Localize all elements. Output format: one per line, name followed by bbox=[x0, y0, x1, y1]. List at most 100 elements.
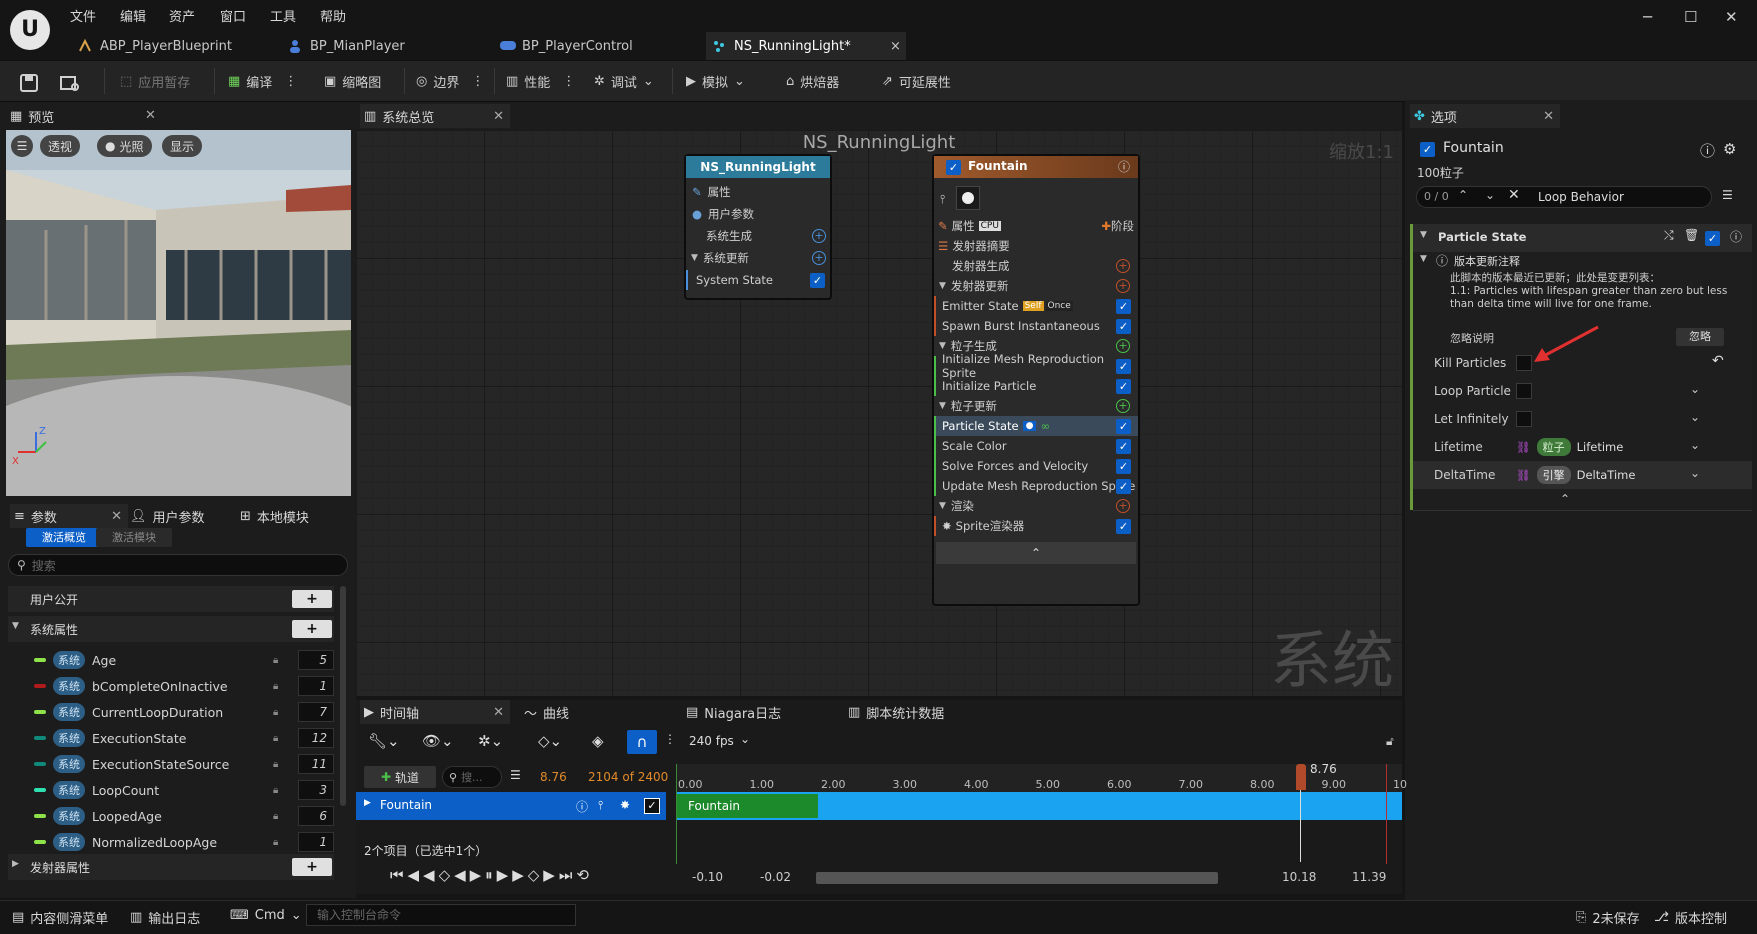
expand-arrow-icon[interactable]: ▶ bbox=[12, 859, 19, 869]
fps-select[interactable]: 240 fps bbox=[689, 734, 734, 748]
more-options-icon[interactable]: ⋮ bbox=[471, 74, 484, 89]
show-button[interactable]: 显示 bbox=[162, 135, 203, 157]
collapse-node-button[interactable]: ⌃ bbox=[936, 542, 1136, 564]
menu-help[interactable]: 帮助 bbox=[320, 6, 346, 25]
deltatime-value[interactable]: ⛓ 引擎 DeltaTime bbox=[1516, 466, 1635, 484]
emitter-enable-checkbox[interactable]: ✓ bbox=[946, 160, 961, 175]
bounds-button[interactable]: ◎ 边界 ⋮ bbox=[416, 70, 484, 92]
shuffle-icon[interactable]: ⤭ bbox=[1664, 228, 1674, 243]
emitter-enabled-checkbox[interactable]: ✓ bbox=[1420, 142, 1435, 157]
console-input[interactable]: 输入控制台命令 bbox=[306, 904, 576, 926]
cmd-select[interactable]: ⌨ Cmd ⌄ bbox=[230, 908, 302, 923]
param-value[interactable]: 6 bbox=[298, 806, 334, 826]
sprite-icon[interactable]: ✸ bbox=[620, 798, 630, 812]
info-icon[interactable]: ⓘ bbox=[1730, 228, 1742, 245]
collapse-arrow-icon[interactable]: ▼ bbox=[1420, 254, 1427, 264]
close-tab-icon[interactable]: × bbox=[890, 39, 901, 54]
keyframe-icon[interactable]: ◇⌄ bbox=[538, 732, 562, 750]
menu-tools[interactable]: 工具 bbox=[270, 6, 296, 25]
filter-icon[interactable]: ☰ bbox=[1722, 188, 1733, 202]
browse-icon[interactable] bbox=[60, 72, 80, 94]
perspective-button[interactable]: 透视 bbox=[40, 135, 81, 157]
lock-icon[interactable]: 🔓︎ bbox=[1386, 734, 1394, 749]
param-row[interactable]: 系统 ExecutionState 🔒︎ 12 bbox=[8, 726, 344, 750]
close-icon[interactable]: ✕ bbox=[1543, 109, 1554, 124]
track-search-input[interactable]: ⚲ 搜... bbox=[442, 766, 502, 788]
particle-state-row[interactable]: Particle State ● ∞ bbox=[934, 416, 1138, 436]
spawn-burst-checkbox[interactable]: ✓ bbox=[1116, 319, 1131, 334]
gear-icon[interactable]: ⚙ bbox=[1723, 140, 1736, 158]
param-row[interactable]: 系统 ExecutionStateSource 🔒︎ 11 bbox=[8, 752, 344, 776]
fountain-section-bar[interactable]: Fountain bbox=[676, 794, 818, 818]
menu-file[interactable]: 文件 bbox=[70, 6, 96, 25]
update-mesh-checkbox[interactable]: ✓ bbox=[1116, 479, 1131, 494]
render-row[interactable]: ▼ 渲染 bbox=[934, 496, 1138, 516]
info-icon[interactable]: ⓘ bbox=[1700, 140, 1715, 161]
curves-tab[interactable]: 〜曲线 bbox=[524, 700, 569, 724]
user-params-row[interactable]: ● 用户参数 bbox=[686, 204, 830, 224]
delete-icon[interactable]: 🗑︎ bbox=[1684, 228, 1699, 242]
system-update-row[interactable]: ▼ 系统更新 bbox=[686, 248, 830, 268]
spawn-burst-row[interactable]: Spawn Burst Instantaneous bbox=[934, 316, 1138, 336]
compile-button[interactable]: ▦ 编译 ⋮ bbox=[228, 70, 297, 92]
debug-button[interactable]: ✲ 调试 ⌄ bbox=[594, 70, 654, 92]
chevron-up-icon[interactable]: ⌃ bbox=[1458, 188, 1468, 202]
filter-icon[interactable]: ☰ bbox=[510, 768, 521, 782]
system-spawn-row[interactable]: 系统生成 bbox=[686, 226, 830, 246]
chevron-down-icon[interactable]: ⌄ bbox=[740, 732, 750, 746]
system-node[interactable]: NS_RunningLight ✎ 属性 ● 用户参数 系统生成 + ▼ 系统更新 +… bbox=[684, 154, 832, 300]
emitter-thumbnail[interactable] bbox=[956, 186, 980, 210]
thumbnail-button[interactable]: ▣ 缩略图 bbox=[324, 70, 381, 92]
collapse-arrow-icon[interactable]: ▼ bbox=[1420, 230, 1427, 240]
add-user-param-button[interactable]: + bbox=[292, 590, 332, 608]
expand-arrow-icon[interactable]: ▶ bbox=[364, 798, 371, 808]
param-value[interactable]: 7 bbox=[298, 702, 334, 722]
param-row[interactable]: 系统 LoopedAge 🔒︎ 6 bbox=[8, 804, 344, 828]
expand-chevron-icon[interactable]: ⌄ bbox=[1690, 438, 1700, 452]
active-overview-button[interactable]: 激活概览 bbox=[26, 528, 102, 547]
add-system-param-button[interactable]: + bbox=[292, 620, 332, 638]
maximize-icon[interactable]: ☐ bbox=[1684, 8, 1697, 26]
expand-chevron-icon[interactable]: ⌄ bbox=[1690, 466, 1700, 480]
hamburger-menu-icon[interactable]: ☰ bbox=[11, 135, 33, 157]
reset-arrow-icon[interactable]: ↶ bbox=[1712, 353, 1724, 369]
preview-tab[interactable]: ▦ 预览 bbox=[10, 104, 54, 128]
eye-icon[interactable]: 👁︎⌄ bbox=[422, 732, 454, 750]
expand-chevron-icon[interactable]: ⌄ bbox=[1690, 410, 1700, 424]
preview-viewport[interactable]: Z X ☰ 透视 ● 光照 显示 bbox=[6, 130, 351, 496]
param-value[interactable]: 1 bbox=[298, 832, 334, 852]
active-modules-button[interactable]: 激活模块 bbox=[96, 528, 172, 547]
param-value[interactable]: 5 bbox=[298, 650, 334, 670]
emitter-update-row[interactable]: ▼ 发射器更新 bbox=[934, 276, 1138, 296]
param-row[interactable]: 系统 LoopCount 🔒︎ 3 bbox=[8, 778, 344, 802]
minimize-icon[interactable]: ─ bbox=[1643, 8, 1652, 26]
scalability-button[interactable]: ⇗ 可延展性 bbox=[882, 70, 951, 92]
output-log-button[interactable]: ▥ 输出日志 bbox=[130, 908, 200, 927]
system-state-checkbox[interactable]: ✓ bbox=[810, 273, 825, 288]
chevron-down-icon[interactable]: ⌄ bbox=[1485, 188, 1495, 202]
menu-edit[interactable]: 编辑 bbox=[120, 6, 146, 25]
emitter-state-row[interactable]: Emitter State Self Once bbox=[934, 296, 1138, 316]
performance-button[interactable]: ▥ 性能 ⋮ bbox=[506, 70, 575, 92]
simulate-button[interactable]: ▶ 模拟 ⌄ bbox=[686, 70, 745, 92]
params-search-input[interactable]: ⚲ 搜索 bbox=[8, 554, 348, 576]
collapse-section-icon[interactable]: ⌃ bbox=[1560, 492, 1570, 506]
close-icon[interactable]: ✕ bbox=[145, 108, 156, 123]
add-system-spawn-icon[interactable]: + bbox=[812, 229, 826, 243]
system-overview-tab[interactable]: ▥ 系统总览 ✕ bbox=[360, 104, 510, 128]
wrench-icon[interactable]: 🔧︎⌄ bbox=[368, 732, 400, 750]
system-props-row[interactable]: ✎ 属性 bbox=[686, 182, 830, 202]
add-system-update-icon[interactable]: + bbox=[812, 251, 826, 265]
param-row[interactable]: 系统 NormalizedLoopAge 🔒︎ 1 bbox=[8, 830, 344, 854]
param-value[interactable]: 11 bbox=[298, 754, 334, 774]
snap-magnet-icon[interactable]: ∩ bbox=[627, 730, 657, 754]
unsaved-button[interactable]: ⎘ 2未保存 bbox=[1576, 908, 1640, 927]
update-mesh-row[interactable]: Update Mesh Reproduction Sprite bbox=[934, 476, 1138, 496]
system-overview-graph[interactable]: NS_RunningLight 缩放1:1 系统 NS_RunningLight… bbox=[356, 130, 1402, 696]
section-enabled-checkbox[interactable]: ✓ bbox=[1705, 231, 1720, 246]
more-options-icon[interactable]: ⋮ bbox=[664, 732, 676, 746]
params-tab[interactable]: ≡ 参数 ✕ bbox=[10, 504, 128, 528]
param-row[interactable]: 系统 bCompleteOnInactive 🔒︎ 1 bbox=[8, 674, 344, 698]
close-icon[interactable]: ✕ bbox=[493, 705, 504, 720]
scale-color-row[interactable]: Scale Color bbox=[934, 436, 1138, 456]
